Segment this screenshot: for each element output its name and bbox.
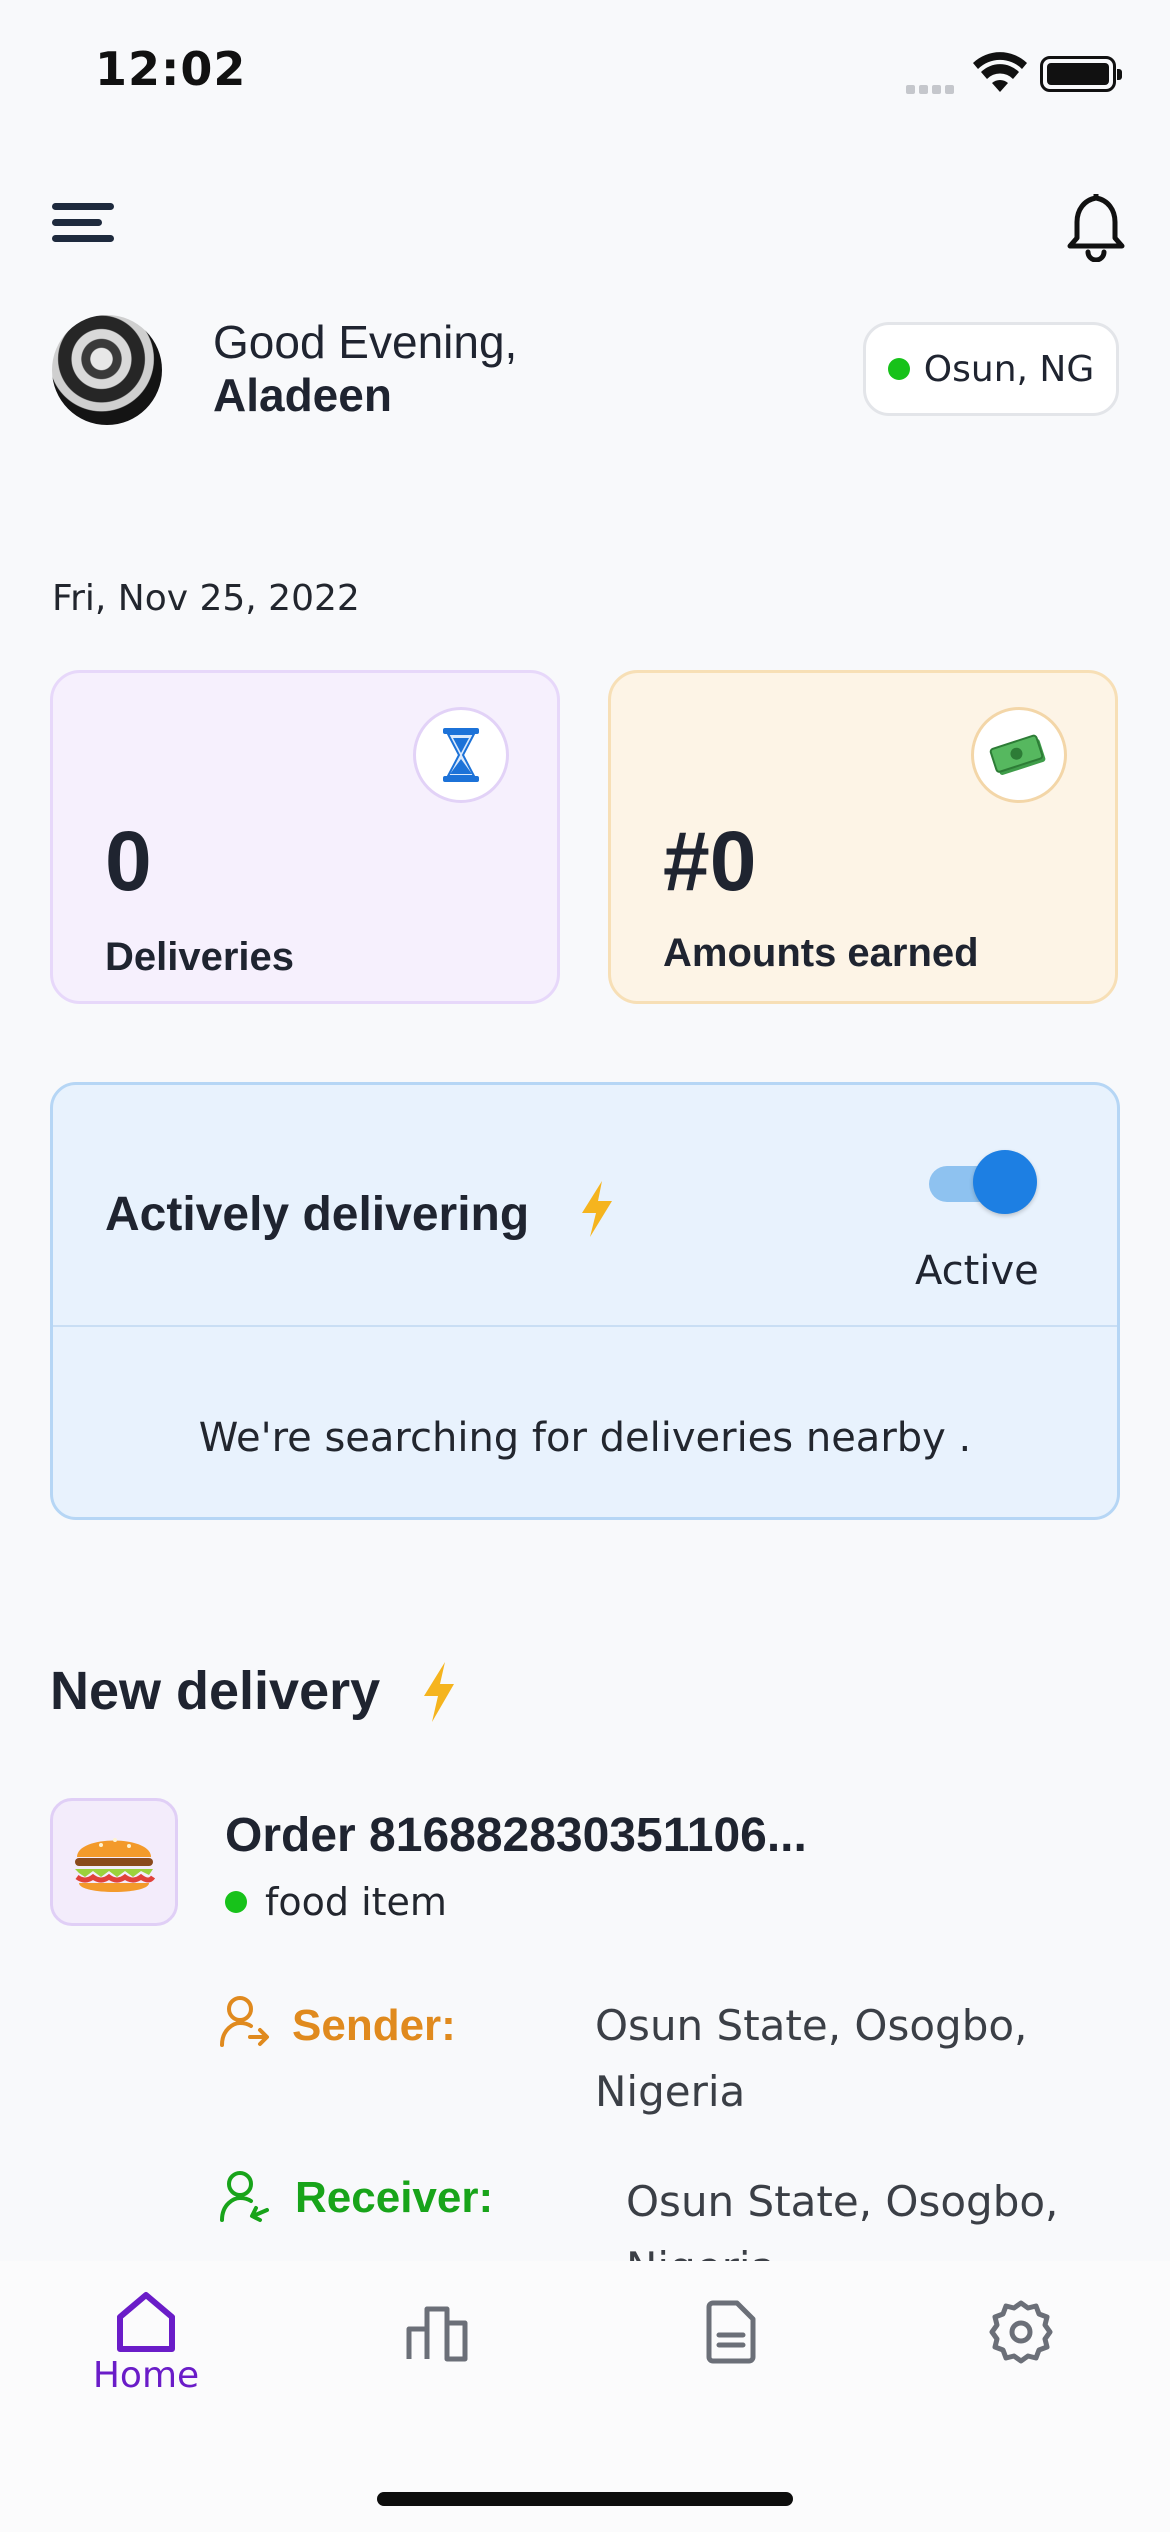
earnings-card[interactable]: #0 Amounts earned	[608, 670, 1118, 1004]
burger-icon	[75, 1838, 156, 1892]
deliveries-card[interactable]: 0 Deliveries	[50, 670, 560, 1004]
stats-icon	[406, 2306, 468, 2362]
user-name: Aladeen	[213, 369, 392, 421]
panel-divider	[53, 1325, 1117, 1327]
order-thumbnail[interactable]	[50, 1798, 178, 1926]
lightning-icon	[576, 1179, 616, 1243]
nav-stats[interactable]	[405, 2301, 471, 2363]
nav-settings[interactable]	[988, 2299, 1054, 2365]
menu-icon[interactable]	[52, 203, 114, 247]
lightning-icon	[418, 1660, 458, 1728]
status-time: 12:02	[95, 42, 247, 96]
active-toggle[interactable]	[929, 1150, 1037, 1214]
money-icon	[971, 707, 1067, 803]
order-type-label: food item	[265, 1880, 447, 1924]
settings-icon	[989, 2300, 1053, 2364]
hourglass-icon	[413, 707, 509, 803]
avatar[interactable]	[52, 315, 162, 425]
receiver-label: Receiver:	[295, 2173, 494, 2222]
active-status-label: Active	[915, 1248, 1039, 1294]
amount-earned-label: Amounts earned	[663, 931, 979, 975]
current-date: Fri, Nov 25, 2022	[52, 578, 360, 619]
new-delivery-title: New delivery	[50, 1661, 381, 1721]
cellular-signal-icon	[906, 79, 958, 98]
receiver-icon	[220, 2170, 270, 2228]
wifi-icon	[972, 52, 1028, 98]
sender-icon	[220, 1995, 270, 2053]
document-icon	[706, 2300, 756, 2364]
online-status-dot	[887, 358, 910, 380]
bell-icon[interactable]	[1066, 190, 1126, 263]
nav-home-label: Home	[92, 2355, 200, 2396]
amount-earned-value: #0	[663, 814, 757, 908]
active-delivering-title: Actively delivering	[105, 1188, 530, 1241]
nav-documents[interactable]	[703, 2299, 759, 2365]
battery-icon	[1040, 56, 1122, 92]
location-label: Osun, NG	[923, 348, 1095, 390]
deliveries-count: 0	[105, 814, 152, 908]
order-title[interactable]: Order 816882830351106...	[225, 1808, 807, 1863]
location-badge[interactable]: Osun, NG	[863, 322, 1119, 416]
sender-label: Sender:	[292, 2001, 456, 2050]
deliveries-label: Deliveries	[105, 935, 295, 979]
sender-address: Osun State, Osogbo, Nigeria	[595, 2001, 1028, 2116]
receiver-address: Osun State, Osogbo, Nigeria	[626, 2177, 1059, 2261]
active-delivering-panel: Actively delivering Active We're searchi…	[50, 1082, 1120, 1520]
home-icon	[117, 2292, 175, 2352]
home-indicator	[377, 2492, 793, 2506]
order-status-dot	[225, 1891, 247, 1913]
searching-message: We're searching for deliveries nearby .	[198, 1415, 972, 1461]
greeting-text: Good Evening,	[213, 316, 518, 368]
nav-home[interactable]: Home	[84, 2291, 208, 2396]
order-type: food item	[225, 1880, 447, 1924]
